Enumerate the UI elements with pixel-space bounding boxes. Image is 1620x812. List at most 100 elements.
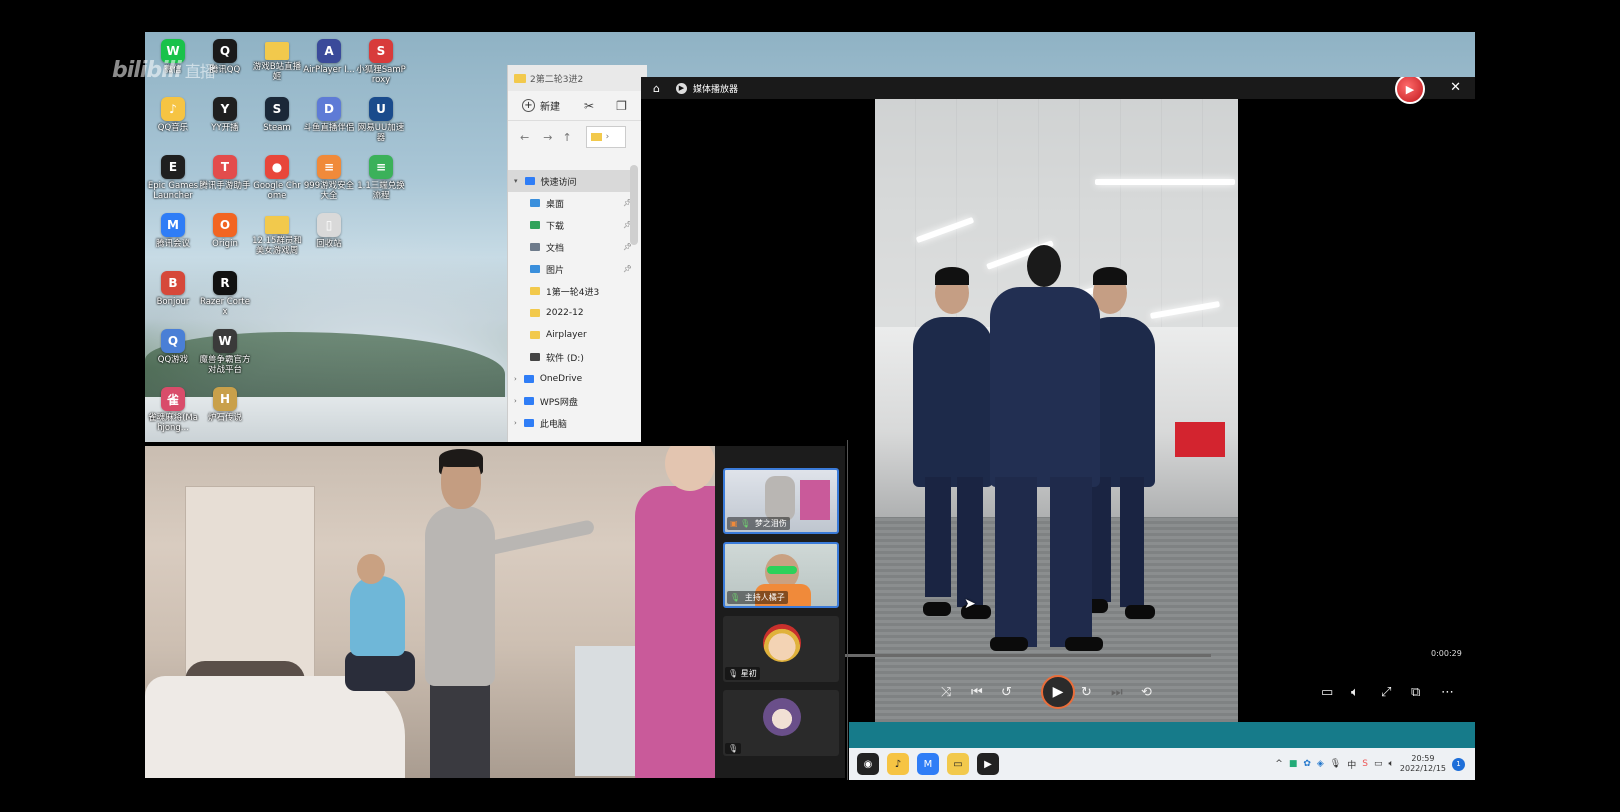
captions-icon[interactable]: ▭ <box>1321 677 1333 707</box>
nav-item-label: 2022-12 <box>546 308 584 318</box>
meeting-desktop-shortcut[interactable]: M 腾讯会议 <box>147 210 199 268</box>
copy-icon[interactable]: ❐ <box>616 99 627 113</box>
sogou-icon[interactable]: S <box>1362 759 1368 769</box>
desktop-icon-label: Bonjour <box>156 297 190 307</box>
previous-icon[interactable]: ⏮ <box>971 677 983 707</box>
tencent-assist-desktop-shortcut[interactable]: T 腾讯手游助手 <box>199 152 251 210</box>
empty-slot <box>251 326 303 384</box>
clock[interactable]: 20:59 2022/12/15 <box>1400 754 1446 774</box>
back-arrow-icon[interactable]: ← <box>520 131 529 144</box>
nav-item[interactable]: Airplayer <box>508 324 638 346</box>
player-titlebar[interactable]: ⌂ ▶ 媒体播放器 ✕ <box>641 77 1475 99</box>
uu-icon: U <box>369 97 393 121</box>
participant-tile[interactable]: 🎙︎ 主持人橘子 <box>723 542 839 608</box>
notification-badge[interactable]: 1 <box>1452 757 1465 771</box>
ime-indicator[interactable]: 中 <box>1347 758 1356 771</box>
sam-desktop-shortcut[interactable]: S 小狐狸SamProxy <box>355 36 407 94</box>
tray-app-icon[interactable]: ■ <box>1289 759 1298 769</box>
folder-icon <box>530 353 540 361</box>
folder-desktop-shortcut[interactable]: 12.15群员和美女游戏周 <box>251 210 303 268</box>
mahjong-desktop-shortcut[interactable]: 雀雀魂麻将(Mahjong... <box>147 384 199 442</box>
recycle-bin-desktop-shortcut[interactable]: ▯ 回收站 <box>303 210 355 268</box>
next-icon[interactable]: ⏭ <box>1111 677 1123 707</box>
nav-item-label: 桌面 <box>546 199 565 210</box>
nav-item-label: 此电脑 <box>539 419 567 430</box>
hearthstone-desktop-shortcut[interactable]: H 炉石传说 <box>199 384 251 442</box>
nav-item[interactable]: 1第一轮4进3 <box>508 280 638 302</box>
avatar <box>763 624 801 662</box>
origin-desktop-shortcut[interactable]: O Origin <box>199 210 251 268</box>
file-explorer-icon[interactable]: ▭ <box>947 753 969 775</box>
nav-item-label: WPS网盘 <box>539 397 578 408</box>
nav-item[interactable]: 文档 📌︎ <box>508 236 638 258</box>
new-button[interactable]: 新建 <box>540 98 560 113</box>
razer-desktop-shortcut[interactable]: R Razer Cortex <box>199 268 251 326</box>
chevron-down-icon[interactable]: ▾ <box>514 177 518 185</box>
nav-item[interactable]: › WPS网盘 <box>508 390 638 412</box>
forward-30-icon[interactable]: ↻ <box>1081 677 1092 707</box>
media-player-icon[interactable]: ▶ <box>977 753 999 775</box>
folder-icon <box>530 331 540 339</box>
nav-item[interactable]: 图片 📌︎ <box>508 258 638 280</box>
tray-app-icon[interactable]: ✿ <box>1303 759 1311 769</box>
tray-app-icon[interactable]: ◈ <box>1317 759 1324 769</box>
repeat-icon[interactable]: ⟲ <box>1141 677 1152 707</box>
chevron-right-icon[interactable]: › <box>514 419 517 427</box>
nav-item[interactable]: 下载 📌︎ <box>508 214 638 236</box>
folder-desktop-shortcut[interactable]: 游戏B站直播姬 <box>251 36 303 94</box>
address-bar[interactable]: › <box>585 126 626 148</box>
qqmusic-desktop-shortcut[interactable]: ♪ QQ音乐 <box>147 94 199 152</box>
participant-tile[interactable]: 🎙︎ <box>723 690 839 756</box>
fullscreen-icon[interactable]: ⤢ <box>1381 677 1391 707</box>
chrome-desktop-shortcut[interactable]: ● Google Chrome <box>251 152 303 210</box>
uu-desktop-shortcut[interactable]: U 网易UU加速器 <box>355 94 407 152</box>
explorer-command-bar: + 新建 ✂ ❐ <box>508 91 647 121</box>
close-icon[interactable]: ✕ <box>1450 80 1461 95</box>
mini-player-icon[interactable]: ⧉ <box>1411 677 1420 707</box>
obs-icon[interactable]: ◉ <box>857 753 879 775</box>
airplayer-desktop-shortcut[interactable]: A AirPlayer I... <box>303 36 355 94</box>
rewind-10-icon[interactable]: ↺ <box>1001 677 1012 707</box>
nav-item[interactable]: 桌面 📌︎ <box>508 192 638 214</box>
participant-tile[interactable]: 🎙︎ 星初 <box>723 616 839 682</box>
sam-icon: S <box>369 39 393 63</box>
doc-desktop-shortcut[interactable]: ≡ 999游戏安全大全 <box>303 152 355 210</box>
nav-scrollbar[interactable] <box>630 165 638 245</box>
sheet-desktop-shortcut[interactable]: ≡ 1.1三端兑换流程 <box>355 152 407 210</box>
meeting-icon: M <box>161 213 185 237</box>
participant-tile[interactable]: ▣ 🎙︎ 梦之泪伤 <box>723 468 839 534</box>
douyu-desktop-shortcut[interactable]: D 斗鱼直播伴侣 <box>303 94 355 152</box>
bonjour-desktop-shortcut[interactable]: B Bonjour <box>147 268 199 326</box>
play-button[interactable]: ▶ <box>1041 675 1075 709</box>
epic-desktop-shortcut[interactable]: E Epic Games Launcher <box>147 152 199 210</box>
nav-item[interactable]: ▾ 快速访问 <box>508 170 638 192</box>
microphone-icon[interactable]: 🎙︎ <box>1330 759 1341 769</box>
video-frame[interactable] <box>875 77 1238 722</box>
nav-item[interactable]: › OneDrive <box>508 368 638 390</box>
nav-item[interactable]: 软件 (D:) <box>508 346 638 368</box>
steam-desktop-shortcut[interactable]: S Steam <box>251 94 303 152</box>
yy-desktop-shortcut[interactable]: Y YY开播 <box>199 94 251 152</box>
nav-item[interactable]: 2022-12 <box>508 302 638 324</box>
chevron-right-icon[interactable]: › <box>514 375 517 383</box>
chevron-right-icon[interactable]: › <box>514 397 517 405</box>
volume-icon[interactable]: 🔈︎ <box>1351 677 1359 707</box>
desktop-icon-label: 回收站 <box>316 239 342 249</box>
up-arrow-icon[interactable]: ↑ <box>562 131 571 144</box>
forward-arrow-icon[interactable]: → <box>543 131 552 144</box>
more-options-icon[interactable]: ⋯ <box>1441 677 1454 707</box>
speaker-icon[interactable]: 🔈︎ <box>1388 759 1393 769</box>
network-icon[interactable]: ▭ <box>1374 759 1383 769</box>
qqgame-desktop-shortcut[interactable]: Q QQ游戏 <box>147 326 199 384</box>
nav-item-label: 图片 <box>546 265 565 276</box>
shuffle-icon[interactable]: ⤨ <box>941 677 951 707</box>
explorer-titlebar[interactable]: 2第二轮3进2 <box>508 65 647 91</box>
nav-item[interactable]: › 此电脑 <box>508 412 638 434</box>
plus-icon: + <box>522 99 535 112</box>
cut-icon[interactable]: ✂ <box>584 99 594 113</box>
chevron-up-icon[interactable]: ^ <box>1275 759 1283 769</box>
home-icon[interactable]: ⌂ <box>653 82 660 95</box>
qqmusic-icon[interactable]: ♪ <box>887 753 909 775</box>
warcraft-desktop-shortcut[interactable]: W 魔兽争霸官方对战平台 <box>199 326 251 384</box>
meeting-icon[interactable]: M <box>917 753 939 775</box>
